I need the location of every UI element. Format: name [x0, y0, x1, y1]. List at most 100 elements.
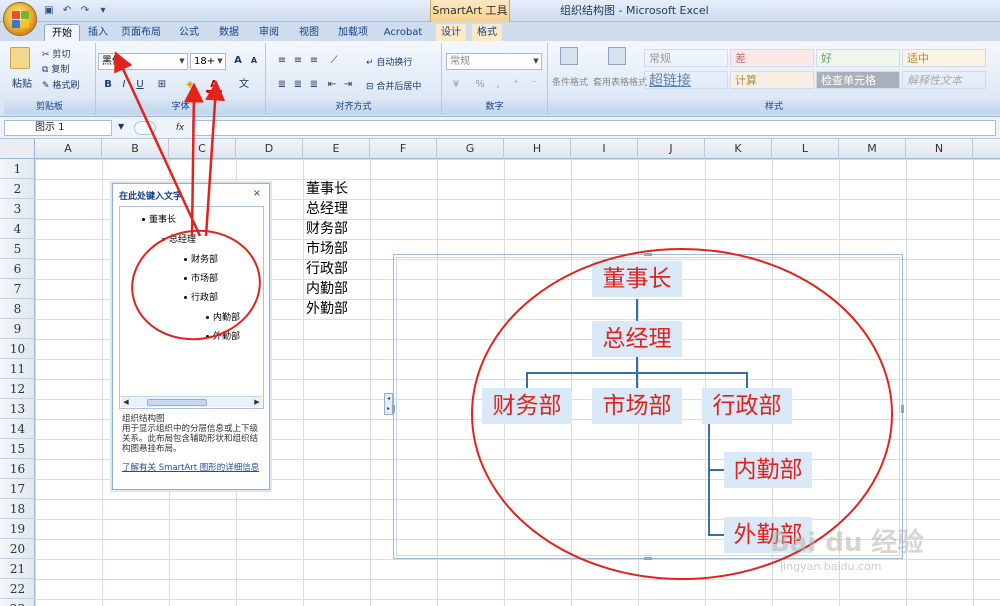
row-header[interactable]: 4	[0, 219, 35, 239]
cell-e5[interactable]: 市场部	[306, 239, 348, 259]
row-header[interactable]: 21	[0, 559, 35, 579]
col-header-b[interactable]: B	[102, 139, 169, 159]
text-pane-item[interactable]: 董事长	[142, 212, 176, 225]
style-normal[interactable]: 常规	[644, 49, 728, 67]
align-top-icon[interactable]: ≡	[274, 53, 290, 69]
shrink-font-icon[interactable]: A	[246, 53, 262, 69]
copy-button[interactable]: ⧉ 复制	[42, 62, 69, 75]
increase-decimal-icon[interactable]: ⁺	[508, 77, 524, 93]
save-icon[interactable]: ▣	[42, 4, 56, 18]
col-header-e[interactable]: E	[303, 139, 370, 159]
cell-e6[interactable]: 行政部	[306, 259, 348, 279]
redo-icon[interactable]: ↷	[78, 4, 92, 18]
comma-icon[interactable]: ,	[490, 77, 506, 93]
row-header[interactable]: 3	[0, 199, 35, 219]
table-format-icon[interactable]	[608, 47, 626, 65]
insert-function-icon[interactable]: fx	[172, 120, 188, 136]
grow-font-icon[interactable]: A	[230, 53, 246, 69]
row-header[interactable]: 10	[0, 339, 35, 359]
col-header-m[interactable]: M	[839, 139, 906, 159]
tab-insert[interactable]: 插入	[84, 24, 112, 41]
resize-handle-bottom[interactable]	[644, 557, 652, 560]
text-pane-item[interactable]: 内勤部	[206, 310, 240, 323]
col-header-i[interactable]: I	[571, 139, 638, 159]
tab-design[interactable]: 设计	[436, 24, 466, 41]
chevron-down-icon[interactable]: ▼	[531, 54, 541, 69]
cut-button[interactable]: ✂ 剪切	[42, 47, 70, 60]
style-bad[interactable]: 差	[730, 49, 814, 67]
name-box-dropdown-icon[interactable]: ▼	[118, 122, 124, 131]
percent-icon[interactable]: %	[472, 77, 488, 93]
row-header[interactable]: 22	[0, 579, 35, 599]
row-header[interactable]: 23	[0, 599, 35, 606]
paste-icon[interactable]	[10, 47, 30, 69]
fill-color-icon[interactable]: ◈	[182, 77, 198, 93]
conditional-format-label[interactable]: 条件格式	[552, 75, 588, 88]
font-name-combo[interactable]: 黑体 ▼	[98, 53, 188, 70]
font-color-icon[interactable]: A	[206, 77, 222, 93]
align-center-icon[interactable]: ≣	[290, 77, 306, 93]
row-header[interactable]: 8	[0, 299, 35, 319]
format-painter-button[interactable]: ✎ 格式刷	[42, 78, 79, 91]
chevron-down-icon[interactable]: ▼	[215, 54, 225, 69]
cell-e3[interactable]: 总经理	[306, 199, 348, 219]
row-header[interactable]: 17	[0, 479, 35, 499]
chevron-down-icon[interactable]: ▼	[177, 54, 187, 69]
qat-customize-icon[interactable]: ▾	[96, 4, 110, 18]
table-format-label[interactable]: 套用表格格式	[592, 75, 648, 88]
row-header[interactable]: 6	[0, 259, 35, 279]
org-node-internal[interactable]: 内勤部	[724, 452, 812, 488]
row-header[interactable]: 14	[0, 419, 35, 439]
row-header[interactable]: 5	[0, 239, 35, 259]
text-pane-editor[interactable]: 董事长 总经理 财务部 市场部 行政部 内勤部 外勤部 ◀ ▶	[119, 206, 264, 409]
row-header[interactable]: 9	[0, 319, 35, 339]
bold-icon[interactable]: B	[100, 77, 116, 93]
office-button[interactable]	[3, 2, 37, 36]
undo-icon[interactable]: ↶	[60, 4, 74, 18]
style-good[interactable]: 好	[816, 49, 900, 67]
col-header-d[interactable]: D	[236, 139, 303, 159]
tab-acrobat[interactable]: Acrobat	[380, 24, 426, 41]
col-header-k[interactable]: K	[705, 139, 772, 159]
cell-e8[interactable]: 外勤部	[306, 299, 348, 319]
col-header-j[interactable]: J	[638, 139, 705, 159]
text-pane-scrollbar[interactable]: ◀ ▶	[121, 396, 262, 407]
col-header-f[interactable]: F	[370, 139, 437, 159]
close-icon[interactable]: ×	[253, 188, 261, 199]
conditional-format-icon[interactable]	[560, 47, 578, 65]
org-node-finance[interactable]: 财务部	[482, 388, 572, 424]
row-header[interactable]: 7	[0, 279, 35, 299]
row-header[interactable]: 19	[0, 519, 35, 539]
text-pane-item[interactable]: 外勤部	[206, 329, 240, 342]
underline-icon[interactable]: U	[132, 77, 148, 93]
resize-handle-top[interactable]	[644, 253, 652, 256]
text-pane-item[interactable]: 财务部	[184, 252, 218, 265]
style-hyperlink[interactable]: 超链接	[644, 71, 728, 89]
align-right-icon[interactable]: ≣	[306, 77, 322, 93]
orientation-icon[interactable]: ⟋	[326, 53, 342, 69]
row-header[interactable]: 1	[0, 159, 35, 179]
tab-home[interactable]: 开始	[44, 24, 80, 41]
org-node-chairman[interactable]: 董事长	[592, 261, 682, 297]
col-header-n[interactable]: N	[906, 139, 973, 159]
col-header-h[interactable]: H	[504, 139, 571, 159]
scroll-right-icon[interactable]: ▶	[252, 397, 262, 407]
smartart-help-link[interactable]: 了解有关 SmartArt 图形的详细信息	[122, 463, 264, 473]
style-calculation[interactable]: 计算	[730, 71, 814, 89]
tab-formulas[interactable]: 公式	[174, 24, 204, 41]
tab-page-layout[interactable]: 页面布局	[114, 24, 168, 41]
resize-handle-right[interactable]	[901, 405, 904, 413]
style-explanatory[interactable]: 解释性文本	[902, 71, 986, 89]
row-header[interactable]: 11	[0, 359, 35, 379]
style-neutral[interactable]: 适中	[902, 49, 986, 67]
align-bottom-icon[interactable]: ≡	[306, 53, 322, 69]
col-header-l[interactable]: L	[772, 139, 839, 159]
col-header-c[interactable]: C	[169, 139, 236, 159]
increase-indent-icon[interactable]: ⇥	[340, 77, 356, 93]
currency-icon[interactable]: ¥	[448, 77, 464, 93]
tab-view[interactable]: 视图	[294, 24, 324, 41]
wrap-text-button[interactable]: ↵ 自动换行	[366, 55, 412, 68]
formula-bar-expander[interactable]	[134, 121, 156, 135]
tab-format[interactable]: 格式	[472, 24, 502, 41]
decrease-indent-icon[interactable]: ⇤	[324, 77, 340, 93]
